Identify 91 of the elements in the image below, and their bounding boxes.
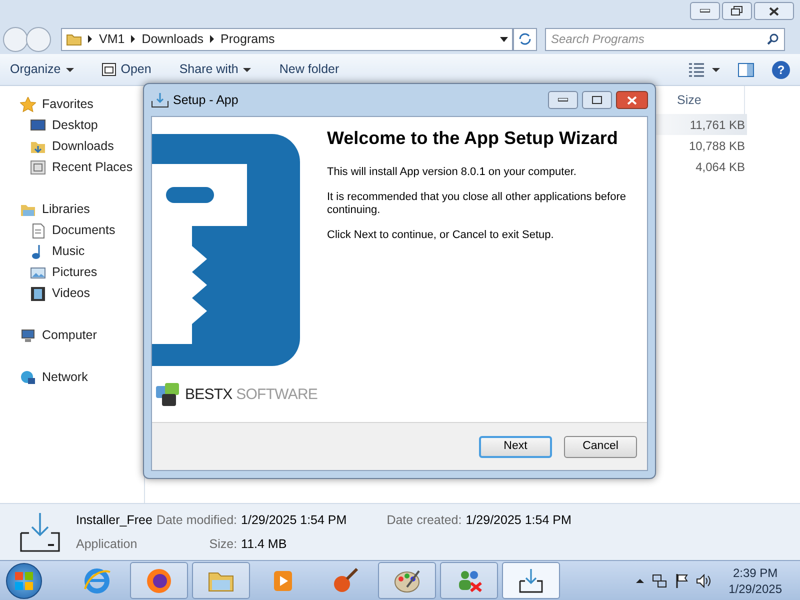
wizard-paragraph: Click Next to continue, or Cancel to exit Setup. — [327, 229, 555, 242]
search-field[interactable]: Search Programs — [545, 28, 785, 50]
clock-time[interactable]: 2:39 PM — [732, 564, 778, 580]
dropdown-arrow-icon — [66, 68, 74, 72]
setup-icon — [151, 92, 169, 108]
dialog-button[interactable]: Next — [479, 436, 552, 458]
search-icon — [767, 33, 779, 45]
file-type: Application — [76, 536, 138, 553]
star-icon — [20, 96, 36, 112]
document-icon — [30, 222, 46, 238]
brand-name: BESTX SOFTWARE — [185, 384, 318, 405]
close-button[interactable] — [754, 2, 794, 20]
minimize-button[interactable] — [690, 2, 720, 20]
paint-brush-icon — [331, 566, 359, 594]
taskbar-button[interactable] — [130, 562, 188, 599]
windows-logo-icon — [15, 572, 33, 590]
dialog-title: Setup - App — [173, 92, 238, 109]
wizard-paragraph: It is recommended that you close all other applications before continuing. — [327, 191, 627, 217]
close-icon — [627, 96, 637, 104]
detail-label: Size: — [208, 536, 238, 552]
dropdown-arrow-icon — [500, 36, 508, 42]
toolbar-button[interactable]: Organize — [10, 60, 74, 79]
show-hidden-icons-icon — [636, 578, 644, 584]
start-button[interactable] — [6, 562, 42, 598]
download-tray-icon — [18, 511, 62, 553]
folder-icon — [66, 32, 82, 46]
nav-item[interactable]: Desktop — [52, 116, 98, 135]
nav-item[interactable]: Network — [42, 368, 88, 387]
maximize-button[interactable] — [582, 91, 612, 109]
refresh-icon — [518, 33, 532, 45]
breadcrumb-item[interactable]: Programs — [220, 30, 275, 48]
wizard-paragraph: This will install App version 8.0.1 on your computer. — [327, 166, 578, 179]
brand-logo-icon — [156, 383, 182, 407]
dropdown-arrow-icon — [243, 68, 252, 72]
nav-item[interactable]: Computer — [42, 326, 97, 345]
help-button[interactable]: ? — [772, 60, 790, 78]
network-icon — [652, 574, 667, 588]
close-button[interactable] — [616, 91, 648, 109]
chevron-icon — [130, 35, 136, 43]
nav-item[interactable]: Documents — [52, 221, 116, 240]
flag-icon — [674, 574, 688, 588]
restore-icon — [731, 6, 743, 16]
nav-item[interactable]: Music — [52, 242, 85, 261]
nav-item[interactable]: Videos — [52, 284, 90, 303]
preview-pane-icon — [738, 62, 754, 76]
refresh-button[interactable] — [513, 28, 537, 50]
download-tray-icon — [517, 566, 545, 594]
nav-item[interactable]: Downloads — [52, 137, 114, 156]
breadcrumb-item[interactable]: Downloads — [142, 30, 204, 48]
recent-places-icon — [30, 160, 46, 176]
detail-value: 1/29/2025 1:54 PM — [466, 512, 572, 529]
minimize-icon — [700, 9, 710, 13]
monitor-icon — [30, 118, 46, 134]
close-icon — [769, 6, 779, 16]
browser-e-icon — [83, 566, 111, 594]
preview-pane-button[interactable] — [738, 62, 754, 76]
file-size-cell-text: 4,064 KB — [694, 158, 746, 176]
clock-date[interactable]: 1/29/2025 — [728, 580, 782, 596]
search-input[interactable]: Search Programs — [551, 30, 767, 48]
detail-value: 11.4 MB — [241, 536, 288, 552]
toolbar-button[interactable]: Share with — [179, 60, 252, 79]
dropdown-arrow-icon — [712, 68, 720, 72]
picture-icon — [30, 264, 46, 280]
nav-item[interactable]: Recent Places — [52, 158, 133, 177]
speaker-icon — [696, 574, 711, 588]
nav-item[interactable]: Libraries — [42, 200, 90, 219]
breadcrumb-item[interactable]: VM1 — [99, 30, 125, 48]
minimize-button[interactable] — [548, 91, 578, 109]
detail-label: Date created: — [386, 512, 462, 529]
globe-icon — [20, 370, 36, 386]
address-bar[interactable]: VM1 Downloads Programs — [61, 28, 513, 50]
detail-label: Date modified: — [156, 512, 238, 529]
film-icon — [30, 286, 46, 302]
list-view-icon — [689, 62, 704, 76]
restore-button[interactable] — [722, 2, 752, 20]
view-options-button[interactable] — [689, 62, 720, 76]
chevron-icon — [210, 35, 215, 43]
maximize-icon — [592, 96, 602, 104]
minimize-icon — [558, 98, 568, 102]
detail-value: 1/29/2025 1:54 PM — [241, 512, 347, 529]
open-icon — [102, 63, 116, 76]
file-name: Installer_Free — [76, 512, 152, 529]
taskbar-button[interactable] — [502, 562, 560, 599]
flame-globe-icon — [145, 566, 173, 594]
nav-item[interactable]: Favorites — [42, 95, 94, 114]
dialog-button[interactable]: Cancel — [564, 436, 637, 458]
toolbar-button[interactable]: Open — [102, 60, 152, 79]
chevron-icon — [88, 35, 93, 43]
nav-item[interactable]: Pictures — [52, 263, 98, 282]
toolbar-button[interactable]: New folder — [279, 60, 340, 79]
computer-icon — [20, 328, 36, 344]
